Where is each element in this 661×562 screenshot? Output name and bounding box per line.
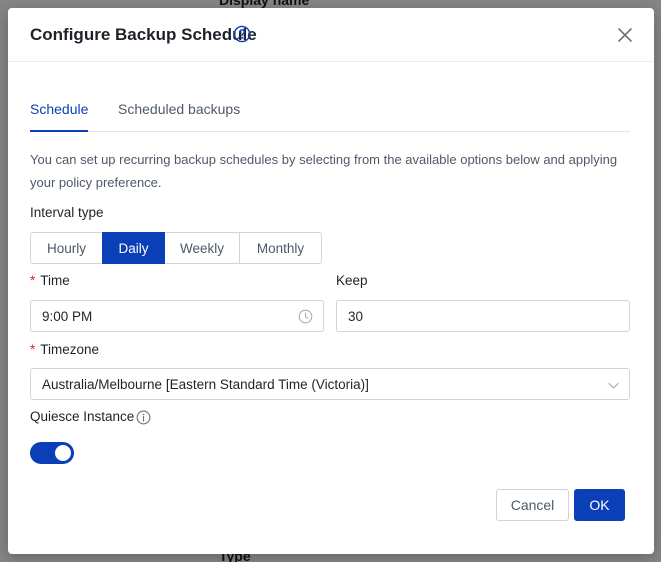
tab-schedule[interactable]: Schedule xyxy=(30,101,89,132)
tab-bar: Schedule Scheduled backups xyxy=(30,94,630,132)
time-input[interactable]: 9:00 PM xyxy=(30,300,324,332)
dialog-title: Configure Backup Schedule xyxy=(30,25,257,44)
keep-value: 30 xyxy=(348,308,364,324)
chevron-down-icon xyxy=(608,382,619,389)
time-label: * Time xyxy=(30,273,70,288)
cancel-button[interactable]: Cancel xyxy=(496,489,569,521)
keep-label: Keep xyxy=(336,273,368,288)
configure-backup-dialog: Configure Backup Schedule Schedule Sched… xyxy=(8,8,654,554)
keep-input[interactable]: 30 xyxy=(336,300,630,332)
timezone-select[interactable]: Australia/Melbourne [Eastern Standard Ti… xyxy=(30,368,630,400)
tab-scheduled-backups[interactable]: Scheduled backups xyxy=(118,101,240,132)
interval-type-selector: Hourly Daily Weekly Monthly xyxy=(30,232,322,264)
required-marker: * xyxy=(30,342,36,357)
timezone-label-text: Timezone xyxy=(40,342,100,357)
interval-weekly-button[interactable]: Weekly xyxy=(164,232,240,264)
quiesce-toggle[interactable] xyxy=(30,442,74,464)
interval-monthly-button[interactable]: Monthly xyxy=(239,232,322,264)
close-icon[interactable] xyxy=(614,24,636,46)
time-label-text: Time xyxy=(40,273,70,288)
description-text: You can set up recurring backup schedule… xyxy=(30,152,618,190)
required-marker: * xyxy=(30,273,36,288)
timezone-value: Australia/Melbourne [Eastern Standard Ti… xyxy=(42,376,369,392)
time-value: 9:00 PM xyxy=(42,308,93,324)
interval-hourly-button[interactable]: Hourly xyxy=(30,232,103,264)
clock-icon xyxy=(298,309,313,324)
timezone-label: * Timezone xyxy=(30,342,99,357)
interval-daily-button[interactable]: Daily xyxy=(102,232,165,264)
question-circle-icon[interactable] xyxy=(233,25,251,43)
quiesce-label-text: Quiesce Instance xyxy=(30,409,135,424)
quiesce-label: Quiesce Instance xyxy=(30,409,134,424)
dialog-header: Configure Backup Schedule xyxy=(8,8,654,62)
toggle-knob xyxy=(55,445,71,461)
interval-type-label: Interval type xyxy=(30,205,104,220)
info-circle-icon[interactable] xyxy=(136,410,151,425)
ok-button[interactable]: OK xyxy=(574,489,625,521)
